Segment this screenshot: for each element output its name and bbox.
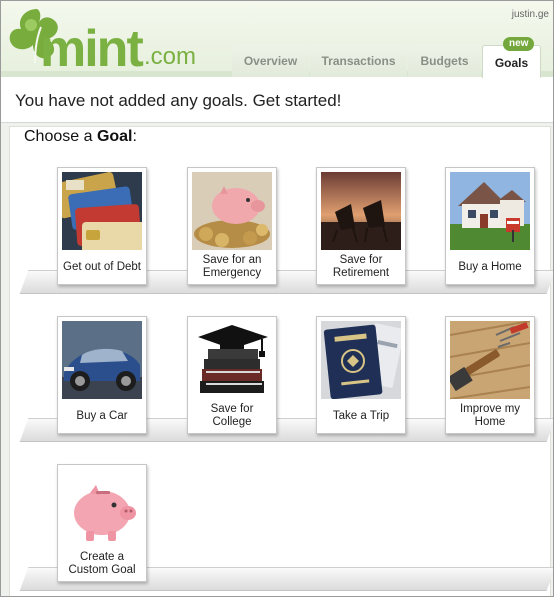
goal-card-buy-a-car[interactable]: Buy a Car <box>57 316 147 434</box>
goal-label: Buy a Home <box>458 260 522 273</box>
goal-card-get-out-of-debt[interactable]: Get out of Debt <box>57 167 147 285</box>
logo-suffix: .com <box>144 43 197 70</box>
piggy-bank-coins-icon <box>192 172 272 250</box>
goal-card-create-custom-goal[interactable]: Create a Custom Goal <box>57 464 147 582</box>
mint-goals-window: mint .com justin.ge Overview Transaction… <box>0 0 554 597</box>
books-graduation-cap-icon <box>192 321 272 399</box>
goal-card-improve-my-home[interactable]: Improve my Home <box>445 316 535 434</box>
choose-goal-heading: Choose a Goal: <box>24 128 137 145</box>
tab-transactions[interactable]: Transactions <box>310 45 407 77</box>
goal-label: Improve my Home <box>459 403 521 428</box>
tab-budgets[interactable]: Budgets <box>408 45 481 77</box>
goal-label: Save for Retirement <box>332 254 390 279</box>
credit-cards-icon <box>62 172 142 250</box>
goal-card-take-a-trip[interactable]: Take a Trip <box>316 316 406 434</box>
notice-bar: You have not added any goals. Get starte… <box>1 78 553 123</box>
tab-overview[interactable]: Overview <box>232 45 309 77</box>
new-badge: new <box>503 37 535 51</box>
goal-label: Create a Custom Goal <box>68 551 136 576</box>
goal-label: Save for College <box>210 403 254 428</box>
passport-icon <box>321 321 401 399</box>
blue-car-icon <box>62 321 142 399</box>
mint-logo[interactable]: mint .com <box>7 5 196 75</box>
pink-piggy-bank-icon <box>62 469 142 547</box>
notice-text: You have not added any goals. Get starte… <box>15 91 342 110</box>
goal-card-save-for-college[interactable]: Save for College <box>187 316 277 434</box>
goal-label: Buy a Car <box>76 409 128 422</box>
house-for-sale-icon <box>450 172 530 250</box>
goal-label: Save for an Emergency <box>202 254 262 279</box>
goal-card-buy-a-home[interactable]: Buy a Home <box>445 167 535 285</box>
goal-card-save-for-retirement[interactable]: Save for Retirement <box>316 167 406 285</box>
user-account-link[interactable]: justin.ge <box>512 9 549 20</box>
goal-label: Get out of Debt <box>63 260 141 273</box>
hammer-nails-icon <box>450 321 530 399</box>
logo-wordmark: mint <box>40 20 144 78</box>
header: mint .com justin.ge Overview Transaction… <box>1 1 553 79</box>
beach-chairs-sunset-icon <box>321 172 401 250</box>
goal-card-save-for-emergency[interactable]: Save for an Emergency <box>187 167 277 285</box>
goal-label: Take a Trip <box>332 409 390 422</box>
